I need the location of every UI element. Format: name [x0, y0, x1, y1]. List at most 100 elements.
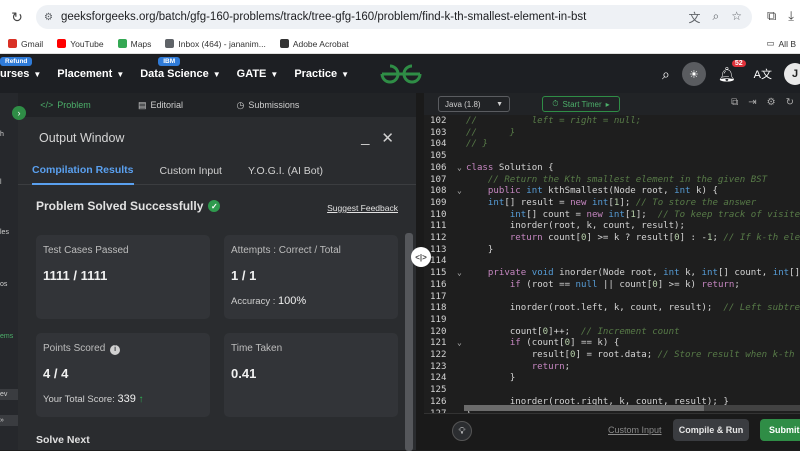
- code-line[interactable]: 109 int[] result = new int[1]; // To sto…: [424, 198, 800, 210]
- code-line[interactable]: 108 ⌄ public int kthSmallest(Node root, i…: [424, 186, 800, 198]
- code-line[interactable]: 104 // }: [424, 139, 800, 151]
- info-icon[interactable]: i: [110, 344, 121, 355]
- lightbulb-icon[interactable]: 💡︎: [452, 421, 472, 441]
- tab-custom-input[interactable]: Custom Input: [160, 157, 222, 185]
- site-info-icon[interactable]: ⚙: [44, 12, 53, 23]
- code-line[interactable]: 121 ⌄ if (count[0] == k) {: [424, 338, 800, 350]
- rail-item-search[interactable]: h: [0, 131, 18, 138]
- language-select[interactable]: Java (1.8) ▼: [438, 96, 510, 112]
- tab-submissions-label: Submissions: [248, 100, 300, 110]
- fold-chevron-icon[interactable]: ⌄: [457, 163, 462, 172]
- problem-panel: </> Problem ▤ Editorial ◷ Submissions Outpu…: [18, 93, 416, 451]
- code-line[interactable]: 116 if (root == null || count[0] >= k) r…: [424, 280, 800, 292]
- code-line[interactable]: 124 }: [424, 373, 800, 385]
- expand-sidebar-icon[interactable]: ›: [12, 106, 26, 120]
- tab-yogi-ai-bot[interactable]: Y.O.G.I. (AI Bot): [248, 157, 323, 185]
- code-line[interactable]: 106 ⌄ class Solution {: [424, 163, 800, 175]
- submit-button[interactable]: Submit: [760, 419, 800, 441]
- nav-data-science[interactable]: IBM Data Science ▼: [140, 57, 221, 80]
- bookmark-item[interactable]: Inbox (464) - jananim...: [165, 39, 266, 49]
- nav-gate[interactable]: GATE ▼: [237, 68, 279, 80]
- code-line[interactable]: 125: [424, 385, 800, 397]
- code-line[interactable]: 114: [424, 256, 800, 268]
- extensions-icon[interactable]: ⧉: [767, 8, 776, 24]
- fold-chevron-icon[interactable]: ⌄: [457, 186, 462, 195]
- code-line[interactable]: 122 result[0] = root.data; // Store resu…: [424, 350, 800, 362]
- code-line[interactable]: 118 inorder(root.left, k, count, result)…: [424, 303, 800, 315]
- fold-chevron-icon[interactable]: ⌄: [457, 338, 462, 347]
- line-number: 119: [430, 314, 447, 325]
- line-number: 120: [430, 326, 447, 337]
- tab-problem[interactable]: </> Problem: [18, 100, 113, 110]
- rail-item-videos[interactable]: os: [0, 281, 18, 288]
- code-line[interactable]: 123 return;: [424, 362, 800, 374]
- upload-icon[interactable]: ⇥: [748, 97, 756, 108]
- line-number: 107: [430, 174, 447, 185]
- accuracy-label: Accuracy :: [231, 296, 276, 307]
- code-line[interactable]: 107 // Return the Kth smallest element i…: [424, 175, 800, 187]
- translate-icon[interactable]: A文: [754, 66, 772, 82]
- code-line[interactable]: 112 return count[0] >= k ? result[0] : -…: [424, 233, 800, 245]
- line-number: 112: [430, 233, 447, 243]
- code-line[interactable]: 113 }: [424, 245, 800, 257]
- time-label: Time Taken: [231, 343, 283, 354]
- address-bar[interactable]: ⚙ geeksforgeeks.org/batch/gfg-160-proble…: [36, 5, 752, 29]
- minimize-icon[interactable]: _: [361, 129, 369, 147]
- code-line[interactable]: 110 int[] count = new int[1]; // To keep…: [424, 210, 800, 222]
- code-line[interactable]: 102 // left = right = null;: [424, 116, 800, 128]
- code-line[interactable]: 115 ⌄ private void inorder(Node root, int…: [424, 268, 800, 280]
- zoom-icon[interactable]: ⌕: [713, 9, 720, 26]
- rail-item-prev[interactable]: ev: [0, 389, 18, 400]
- all-bookmarks[interactable]: ▭ All B: [766, 38, 796, 49]
- avatar[interactable]: J: [784, 63, 800, 85]
- code-line[interactable]: 103 // }: [424, 128, 800, 140]
- reset-icon[interactable]: ↻: [786, 97, 794, 108]
- theme-toggle-icon[interactable]: ☀: [681, 62, 706, 86]
- rail-item-articles[interactable]: les: [0, 229, 18, 236]
- start-timer-button[interactable]: ⏱ Start Timer ▸: [542, 96, 620, 112]
- tab-submissions[interactable]: ◷ Submissions: [208, 100, 328, 111]
- code-text: inorder(root.left, k, count, result); //…: [509, 303, 800, 314]
- custom-input-link[interactable]: Custom Input: [608, 425, 662, 435]
- translate-icon[interactable]: 文: [688, 9, 700, 26]
- bookmark-item[interactable]: Maps: [117, 39, 151, 49]
- nav-practice[interactable]: Practice ▼: [294, 68, 349, 80]
- resize-handle-icon[interactable]: <|>: [411, 247, 431, 267]
- downloads-icon[interactable]: ⤓: [788, 8, 794, 24]
- tab-compilation-results[interactable]: Compilation Results: [32, 157, 134, 185]
- code-line[interactable]: 120 count[0]++; // Increment count: [424, 327, 800, 339]
- bookmark-item[interactable]: Gmail: [8, 39, 43, 49]
- rail-item-1[interactable]: l: [0, 179, 18, 186]
- gfg-logo[interactable]: [378, 60, 424, 88]
- rail-next-icon[interactable]: »: [0, 415, 18, 426]
- output-scrollbar[interactable]: [405, 233, 413, 451]
- bookmark-item[interactable]: Adobe Acrobat: [279, 39, 349, 49]
- code-line[interactable]: 105: [424, 151, 800, 163]
- line-number: 117: [430, 291, 447, 302]
- tab-editorial[interactable]: ▤ Editorial: [113, 100, 208, 111]
- code-text: count[0]++; // Increment count: [509, 326, 680, 337]
- bookmark-item[interactable]: YouTube: [57, 39, 104, 49]
- rail-item-problems[interactable]: ems: [0, 333, 18, 340]
- scrollbar-thumb[interactable]: [464, 405, 704, 411]
- code-line[interactable]: 111 inorder(root, k, count, result);: [424, 221, 800, 233]
- nav-courses[interactable]: Refund urses ▼: [0, 57, 41, 80]
- editor-horizontal-scrollbar[interactable]: [464, 405, 800, 411]
- code-area[interactable]: 102 // left = right = null; 103 // } 104 // }…: [424, 116, 800, 419]
- fold-chevron-icon[interactable]: ⌄: [457, 268, 462, 277]
- bell-icon[interactable]: 🔔︎ 52: [718, 59, 746, 83]
- suggest-feedback-link[interactable]: Suggest Feedback: [327, 203, 398, 213]
- code-line[interactable]: 117: [424, 292, 800, 304]
- bookmark-star-icon[interactable]: ☆: [731, 9, 742, 26]
- close-icon[interactable]: ✕: [381, 129, 394, 147]
- nav-placement[interactable]: Placement ▼: [57, 68, 124, 80]
- copy-icon[interactable]: ⧉: [731, 97, 738, 108]
- panel-divider[interactable]: [416, 93, 424, 450]
- total-score-value: 339: [117, 393, 136, 405]
- reload-icon[interactable]: ↻: [6, 6, 28, 28]
- code-line[interactable]: 119: [424, 315, 800, 327]
- search-icon[interactable]: ⌕: [662, 66, 670, 83]
- compile-run-button[interactable]: Compile & Run: [673, 419, 749, 441]
- chevron-down-icon: ▼: [496, 100, 503, 108]
- settings-icon[interactable]: ⚙: [767, 97, 776, 108]
